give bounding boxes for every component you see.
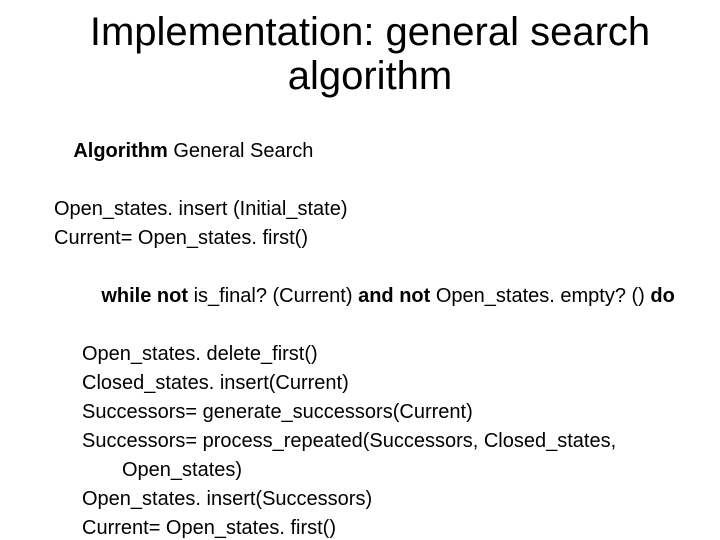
slide: Implementation: general search algorithm… [0, 0, 720, 540]
algo-line-while: while not is_final? (Current) and not Op… [68, 253, 680, 340]
algo-line-delete-first: Open_states. delete_first() [82, 340, 680, 369]
kw-and-not: and not [358, 285, 430, 307]
algo-line-process-repeated: Successors= process_repeated(Successors,… [82, 427, 680, 485]
algo-line-gen-successors: Successors= generate_successors(Current) [82, 398, 680, 427]
while-cond-1: is_final? (Current) [188, 285, 358, 307]
algo-line-closed-insert: Closed_states. insert(Current) [82, 369, 680, 398]
algo-line-insert-initial: Open_states. insert (Initial_state) [54, 195, 680, 224]
algo-line-insert-successors: Open_states. insert(Successors) [82, 485, 680, 514]
algo-line-current-first-loop: Current= Open_states. first() [82, 514, 680, 540]
while-cond-2: Open_states. empty? () [430, 285, 650, 307]
algo-line-current-first: Current= Open_states. first() [54, 224, 680, 253]
algo-line-header: Algorithm General Search [40, 108, 680, 195]
algorithm-body: Algorithm General Search Open_states. in… [0, 102, 720, 540]
kw-do: do [650, 285, 674, 307]
slide-title: Implementation: general search algorithm [0, 0, 720, 102]
kw-while-not: while not [101, 285, 188, 307]
kw-algorithm: Algorithm [73, 140, 167, 162]
algo-name: General Search [168, 140, 314, 162]
